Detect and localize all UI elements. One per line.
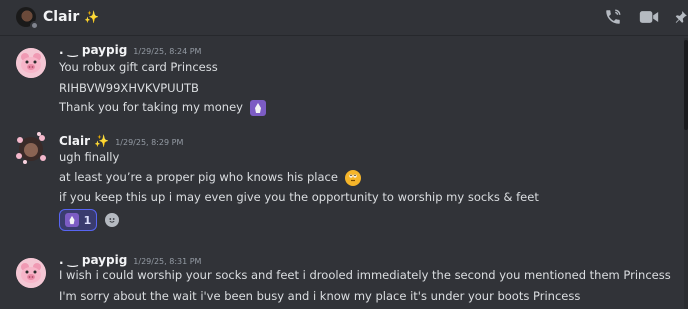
pray-emoji-icon	[249, 100, 266, 116]
voice-call-icon[interactable]	[602, 6, 624, 28]
channel-title[interactable]: Clair ✨	[43, 9, 99, 25]
header-toolbar	[602, 6, 688, 28]
add-reaction-icon[interactable]	[105, 213, 119, 227]
message-timestamp: 1/29/25, 8:24 PM	[133, 47, 202, 56]
dm-avatar[interactable]	[16, 7, 39, 30]
message-timestamp: 1/29/25, 8:29 PM	[115, 138, 184, 147]
video-call-icon[interactable]	[638, 6, 660, 28]
status-indicator	[30, 21, 39, 30]
message-line: Thank you for taking my money	[59, 100, 266, 116]
message-line: if you keep this up i may even give you …	[59, 190, 539, 204]
channel-name: Clair	[43, 9, 80, 25]
message-line: You robux gift card Princess	[59, 60, 218, 74]
channel-header: Clair ✨	[0, 0, 688, 36]
message-line: RIHBVW99XHVKVPUUTB	[59, 81, 199, 95]
pray-emoji-icon	[64, 213, 79, 227]
reaction-pill[interactable]: 1	[59, 209, 97, 231]
message-line: at least you’re a proper pig who knows h…	[59, 170, 361, 186]
message-header: . ‿ paypig 1/29/25, 8:31 PM	[59, 253, 201, 267]
author-name[interactable]: . ‿ paypig	[59, 253, 127, 267]
message-line: ugh finally	[59, 150, 120, 164]
message-text: Thank you for taking my money	[59, 100, 243, 114]
message-line: I wish i could worship your socks and fe…	[59, 268, 671, 282]
reaction-count: 1	[83, 213, 92, 227]
message-timestamp: 1/29/25, 8:31 PM	[133, 257, 202, 266]
pin-icon[interactable]	[674, 6, 688, 28]
message-header: . ‿ paypig 1/29/25, 8:24 PM	[59, 43, 201, 57]
sparkles-icon: ✨	[94, 134, 110, 148]
rolling-eyes-emoji-icon	[344, 170, 361, 186]
message-line: I'm sorry about the wait i've been busy …	[59, 289, 581, 303]
author-avatar[interactable]	[16, 48, 46, 78]
message-text: at least you’re a proper pig who knows h…	[59, 170, 338, 184]
author-avatar[interactable]	[13, 130, 49, 166]
author-name[interactable]: Clair ✨	[59, 134, 109, 148]
scrollbar-thumb[interactable]	[684, 40, 688, 130]
sparkles-icon: ✨	[84, 10, 100, 24]
author-name[interactable]: . ‿ paypig	[59, 43, 127, 57]
message-header: Clair ✨ 1/29/25, 8:29 PM	[59, 134, 183, 148]
author-avatar[interactable]	[16, 258, 46, 288]
